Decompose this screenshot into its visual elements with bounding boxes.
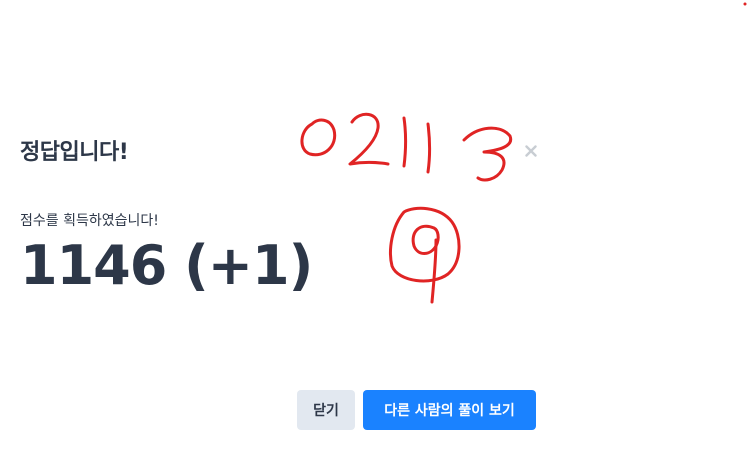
result-modal: 정답입니다! 점수를 획득하였습니다! 1146 (+1) 닫기 다른 사람의 … (0, 0, 748, 451)
close-icon (525, 145, 537, 157)
close-button[interactable] (521, 141, 541, 161)
modal-title: 정답입니다! (20, 140, 129, 165)
view-others-solution-button[interactable]: 다른 사람의 풀이 보기 (363, 390, 536, 430)
score-message: 점수를 획득하였습니다! (20, 213, 159, 229)
score-value: 1146 (+1) (20, 234, 313, 297)
close-text-button[interactable]: 닫기 (297, 390, 355, 430)
